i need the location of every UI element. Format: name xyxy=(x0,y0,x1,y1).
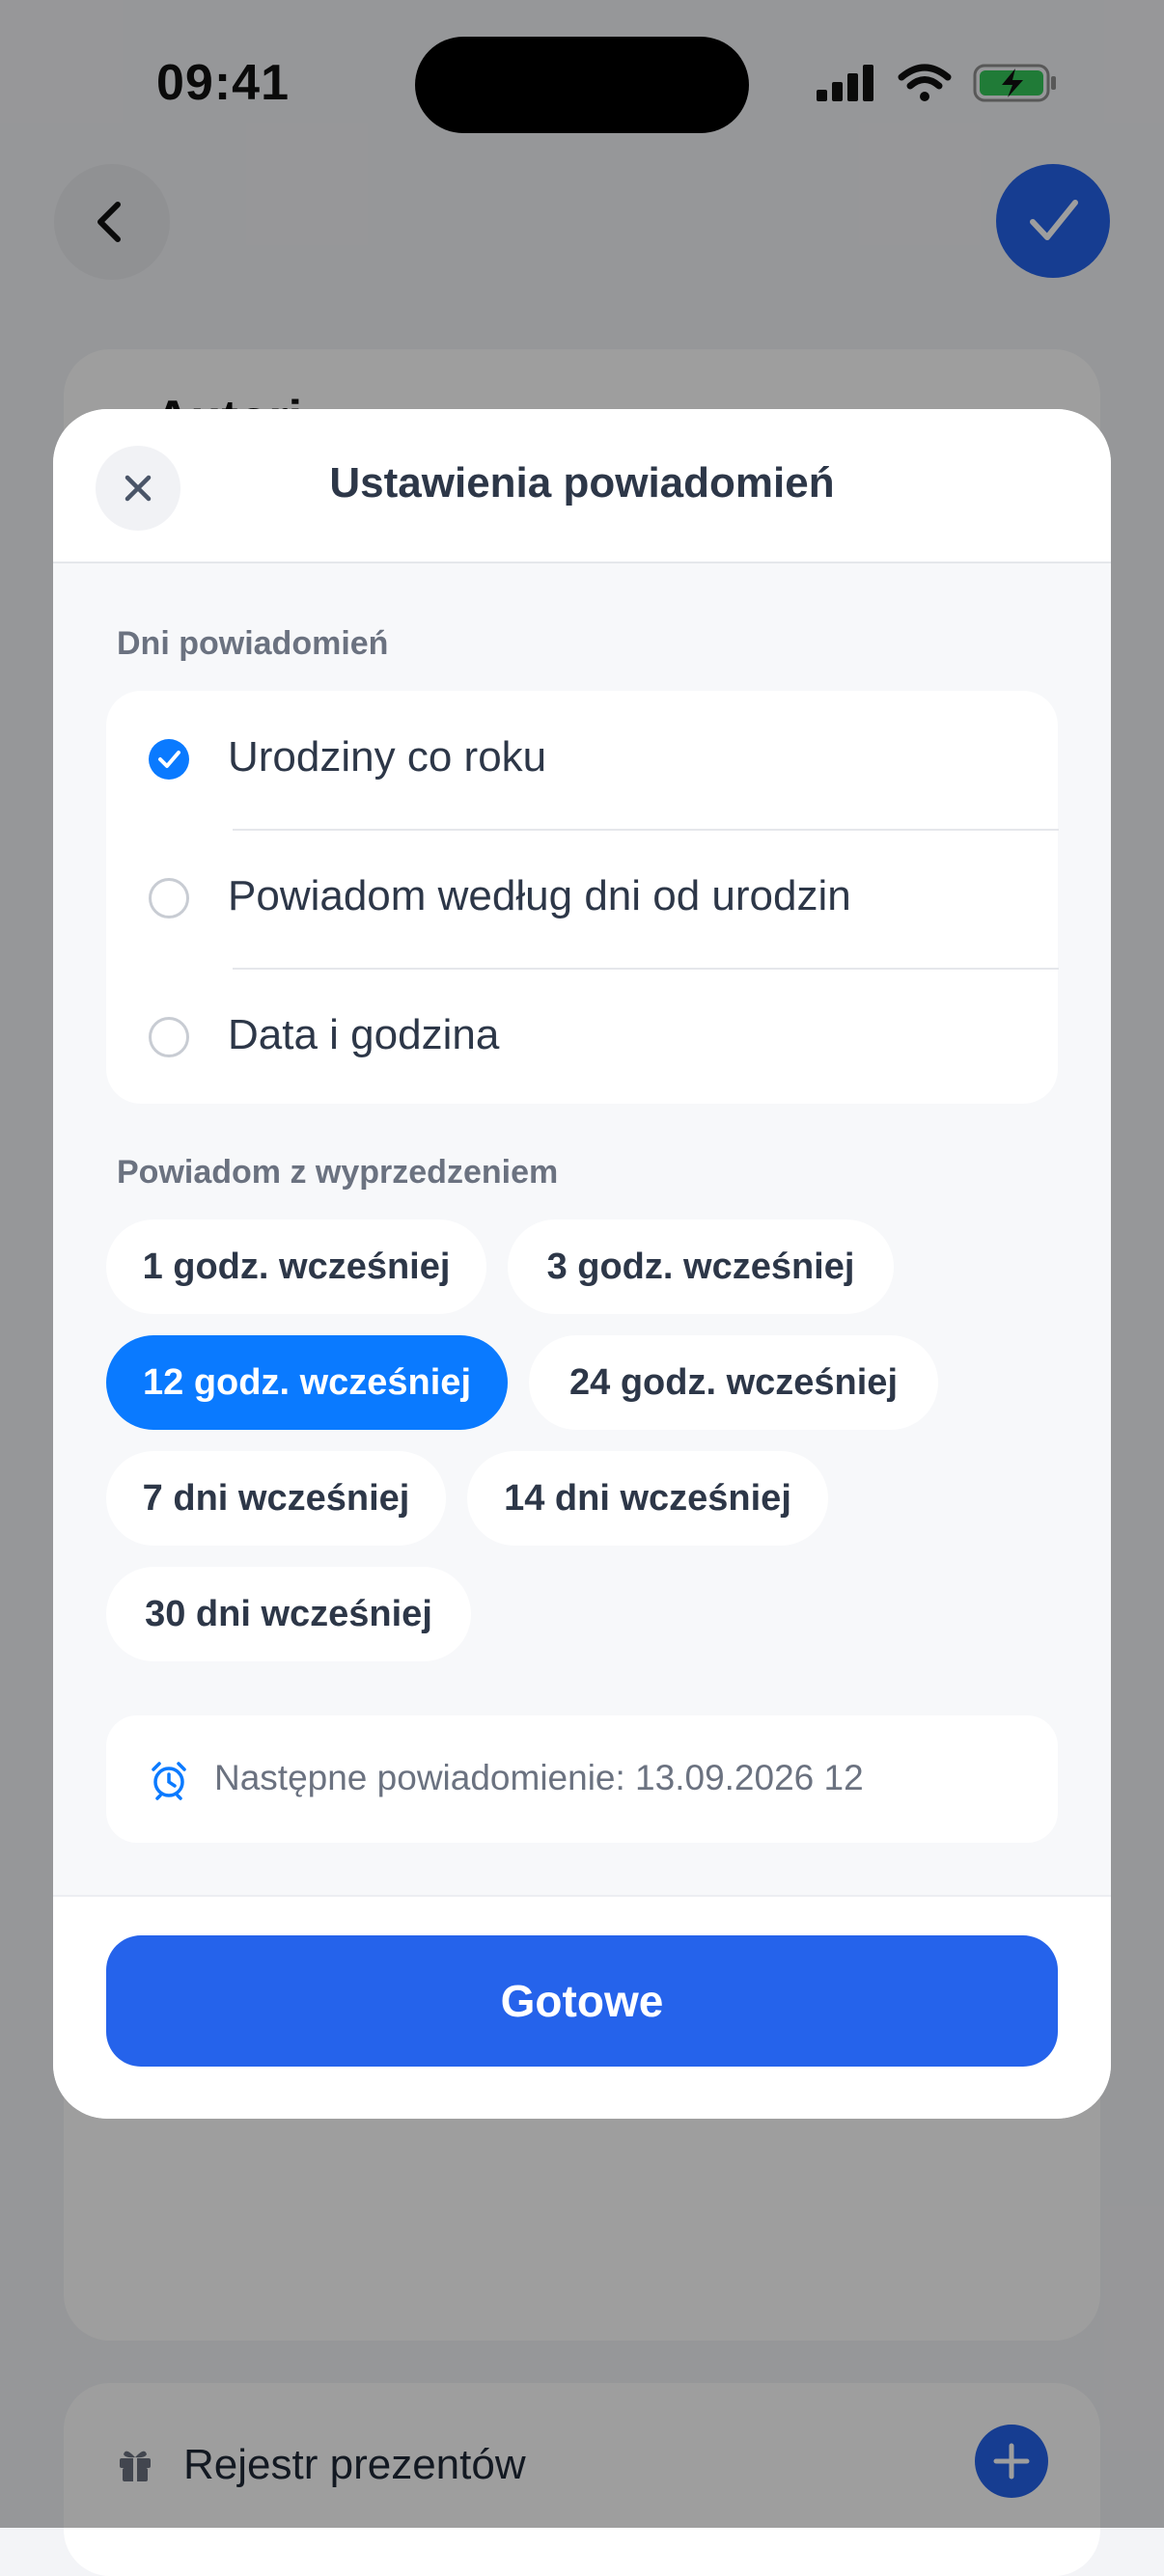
radio-unchecked-icon xyxy=(149,878,189,918)
option-days-from-birthday[interactable]: Powiadom według dni od urodzin xyxy=(106,830,1058,968)
option-label: Powiadom według dni od urodzin xyxy=(228,872,851,919)
next-notification-text: Następne powiadomienie: 13.09.2026 12 xyxy=(214,1758,864,1797)
chip-30d-before[interactable]: 30 dni wcześniej xyxy=(106,1567,471,1661)
option-label: Data i godzina xyxy=(228,1011,500,1058)
sheet-title: Ustawienia powiadomień xyxy=(329,459,835,507)
radio-unchecked-icon xyxy=(149,1017,189,1057)
option-yearly-birthday[interactable]: Urodziny co roku xyxy=(106,691,1058,829)
radio-checked-icon xyxy=(149,739,189,780)
alarm-clock-icon xyxy=(152,1762,186,1800)
sheet-header: Ustawienia powiadomień xyxy=(53,409,1111,563)
next-notification-card: Następne powiadomienie: 13.09.2026 12 xyxy=(106,1715,1058,1843)
chip-24h-before[interactable]: 24 godz. wcześniej xyxy=(529,1335,938,1430)
advance-section-label: Powiadom z wyprzedzeniem xyxy=(117,1154,559,1191)
option-label: Urodziny co roku xyxy=(228,733,547,781)
done-button[interactable]: Gotowe xyxy=(106,1935,1058,2067)
notification-settings-sheet: Ustawienia powiadomień Dni powiadomień U… xyxy=(53,409,1111,2119)
option-date-and-time[interactable]: Data i godzina xyxy=(106,969,1058,1107)
sheet-footer: Gotowe xyxy=(53,1895,1111,2119)
day-options-card: Urodziny co roku Powiadom według dni od … xyxy=(106,691,1059,1107)
chip-14d-before[interactable]: 14 dni wcześniej xyxy=(467,1451,828,1546)
days-section-label: Dni powiadomień xyxy=(117,625,389,662)
chip-3h-before[interactable]: 3 godz. wcześniej xyxy=(508,1219,894,1314)
chip-12h-before[interactable]: 12 godz. wcześniej xyxy=(106,1335,508,1430)
chip-7d-before[interactable]: 7 dni wcześniej xyxy=(106,1451,446,1546)
chip-1h-before[interactable]: 1 godz. wcześniej xyxy=(106,1219,486,1314)
